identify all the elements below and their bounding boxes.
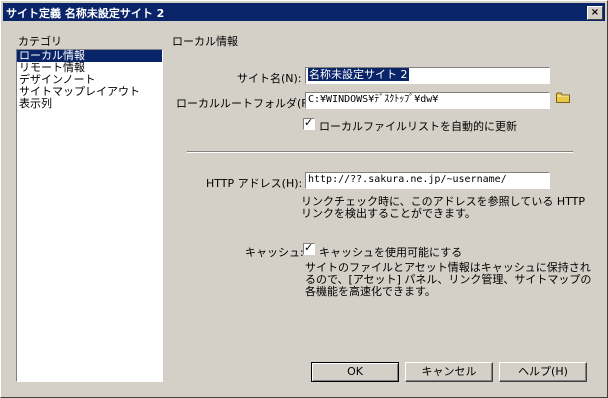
title-bar[interactable]: サイト定義 名称未設定サイト 2 × — [3, 3, 605, 21]
cache-checkbox[interactable]: ✓ — [303, 241, 315, 255]
cancel-button[interactable]: キャンセル — [405, 362, 493, 382]
http-description: リンクチェック時に、このアドレスを参照している HTTP リンクを検出することが… — [301, 196, 585, 220]
http-address-input[interactable]: http://??.sakura.ne.jp/~username/ — [305, 172, 550, 189]
ok-button[interactable]: OK — [311, 362, 399, 382]
auto-refresh-checkbox[interactable]: ✓ — [303, 116, 315, 130]
separator — [187, 151, 573, 153]
cache-label: キャッシュ: — [245, 246, 304, 259]
cache-desc-line: 各機能を高速化できます。 — [305, 285, 436, 298]
section-title: ローカル情報 — [172, 35, 238, 48]
help-button[interactable]: ヘルプ(H) — [499, 362, 587, 382]
site-definition-dialog: サイト定義 名称未設定サイト 2 × カテゴリ ローカル情報 リモート情報 デザ… — [0, 0, 608, 398]
folder-icon[interactable] — [556, 92, 570, 103]
cache-checkbox-label[interactable]: キャッシュを使用可能にする — [319, 244, 462, 260]
site-name-label: サイト名(N): — [237, 72, 302, 85]
window-title: サイト定義 名称未設定サイト 2 — [6, 7, 165, 20]
check-mark-icon: ✓ — [304, 241, 314, 254]
close-icon: × — [590, 7, 600, 18]
http-address-label: HTTP アドレス(H): — [206, 177, 303, 190]
auto-refresh-label[interactable]: ローカルファイルリストを自動的に更新 — [319, 118, 517, 134]
http-address-value: http://??.sakura.ne.jp/~username/ — [308, 174, 507, 185]
http-desc-line: リンクを検出することができます。 — [301, 207, 476, 220]
site-name-input[interactable]: 名称未設定サイト 2 — [305, 67, 550, 84]
close-button[interactable]: × — [587, 6, 603, 20]
category-list[interactable]: ローカル情報 リモート情報 デザインノート サイトマップレイアウト 表示列 — [16, 49, 163, 382]
category-header: カテゴリ — [18, 35, 62, 48]
local-root-input[interactable]: C:¥WINDOWS¥ﾃﾞｽｸﾄｯﾌﾟ¥dw¥ — [305, 92, 550, 109]
cache-description: サイトのファイルとアセット情報はキャッシュに保持され るので、[アセット] パネ… — [305, 262, 591, 298]
site-name-value: 名称未設定サイト 2 — [308, 68, 409, 81]
local-root-value: C:¥WINDOWS¥ﾃﾞｽｸﾄｯﾌﾟ¥dw¥ — [308, 94, 439, 105]
local-root-label: ローカルルートフォルダ(F): — [176, 97, 316, 110]
category-item-display-columns[interactable]: 表示列 — [17, 98, 162, 110]
check-mark-icon: ✓ — [304, 116, 314, 129]
